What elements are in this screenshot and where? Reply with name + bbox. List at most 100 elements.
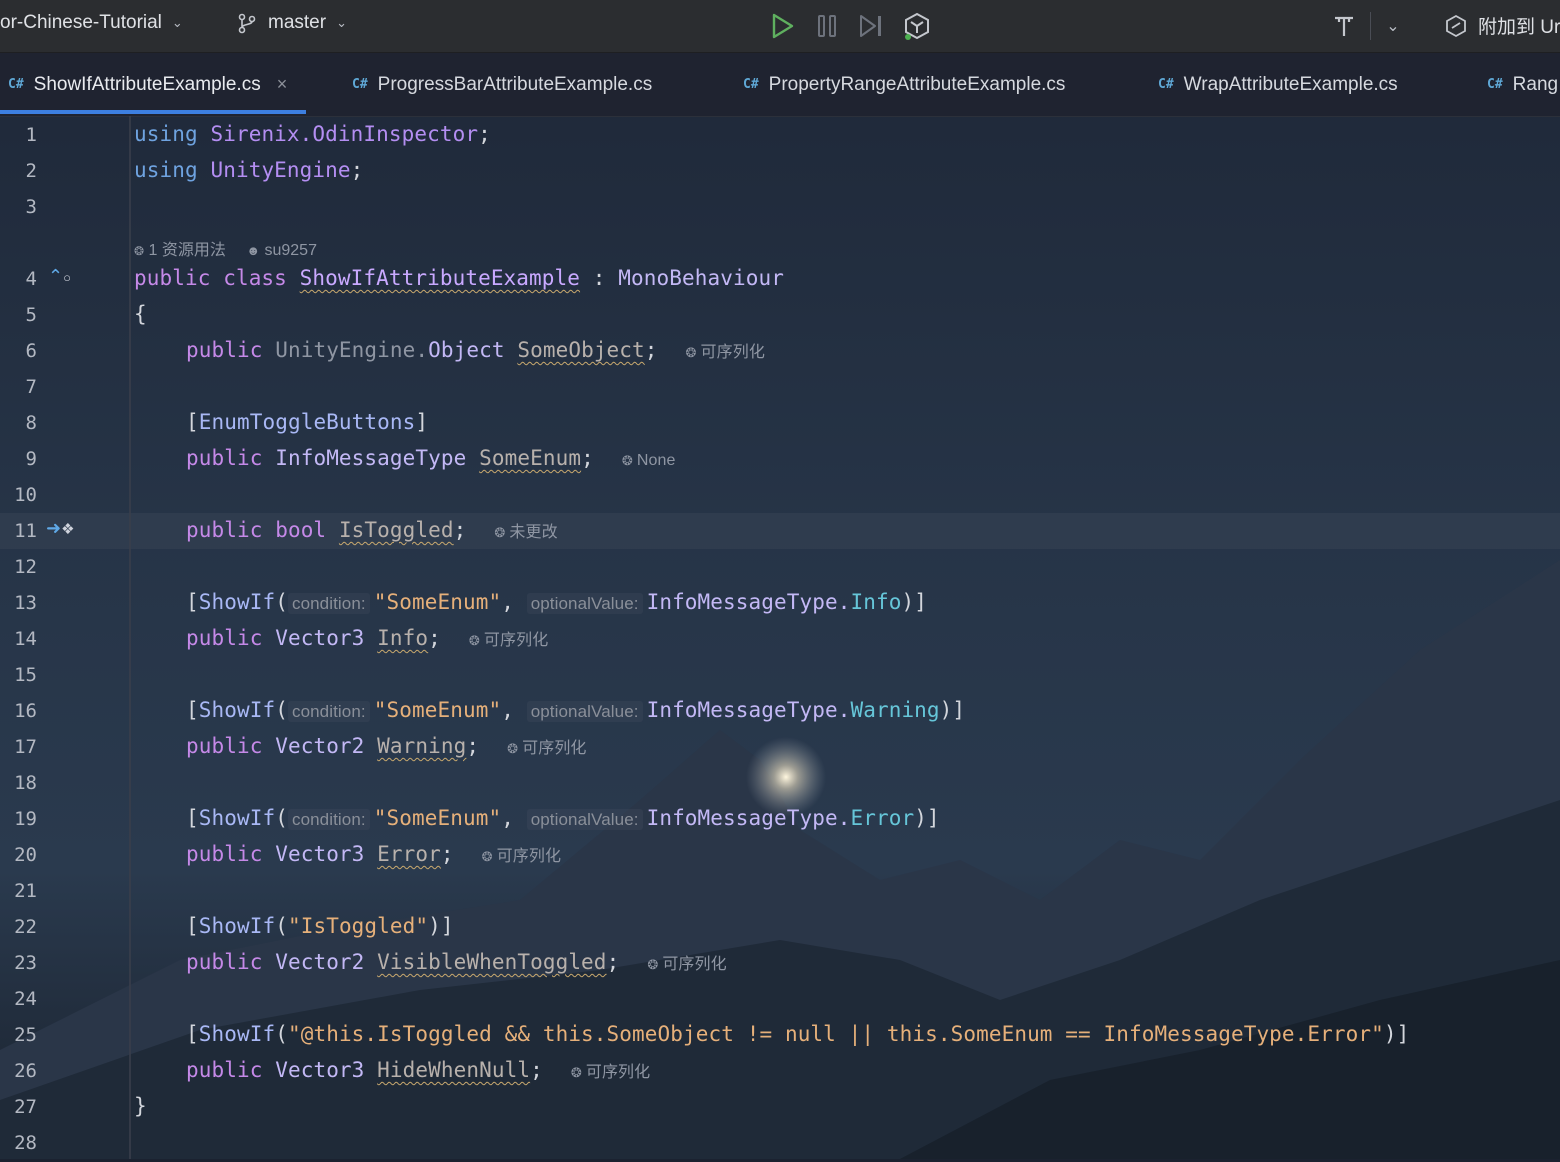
keyword: public bool xyxy=(186,518,327,542)
code-text: using Sirenix.OdinInspector; xyxy=(134,122,491,146)
format-button[interactable] xyxy=(1327,9,1361,43)
code-line: 7 xyxy=(0,370,1560,406)
csharp-file-icon: C# xyxy=(743,77,759,92)
tab-propertyrange[interactable]: C# PropertyRangeAttributeExample.cs xyxy=(743,53,1065,116)
inlay-hint: ❂ 可序列化 xyxy=(468,632,549,649)
code-text: public Vector3 HideWhenNull; ❂ 可序列化 xyxy=(186,1058,651,1082)
tab-label: WrapAttributeExample.cs xyxy=(1183,73,1398,95)
step-button[interactable] xyxy=(854,9,888,43)
pause-button[interactable] xyxy=(810,9,844,43)
code-line: 2 using UnityEngine; xyxy=(0,154,1560,190)
run-button[interactable] xyxy=(765,9,799,43)
code-text: [ShowIf(condition: "SomeEnum", optionalVa… xyxy=(186,590,927,614)
code-line: 16 [ShowIf(condition: "SomeEnum", optiona… xyxy=(0,694,1560,730)
punct: ; xyxy=(644,338,658,362)
code-text: [ShowIf("@this.IsToggled && this.SomeObj… xyxy=(186,1022,1410,1046)
inlay-hint: ❂ None xyxy=(621,452,676,469)
code-line: 18 xyxy=(0,766,1560,802)
keyword: public xyxy=(186,338,263,362)
project-selector[interactable]: or-Chinese-Tutorial ⌄ xyxy=(0,12,183,34)
unity-button[interactable] xyxy=(900,9,934,43)
code-text: [ShowIf("IsToggled")] xyxy=(186,914,454,938)
line-number: 6 xyxy=(25,340,37,362)
keyword: using xyxy=(134,122,198,146)
code-text: [EnumToggleButtons] xyxy=(186,410,429,434)
close-icon[interactable]: × xyxy=(277,74,288,95)
namespace: UnityEngine xyxy=(210,158,351,182)
line-number: 7 xyxy=(25,376,37,398)
code-line: 3 xyxy=(0,190,1560,226)
breakpoint-arrow-icon[interactable]: ➜❖ xyxy=(46,518,75,539)
line-number: 15 xyxy=(14,664,37,686)
branch-selector[interactable]: master ⌄ xyxy=(236,12,347,34)
line-number: 28 xyxy=(14,1132,37,1154)
line-number: 13 xyxy=(14,592,37,614)
field-name: Warning xyxy=(377,734,467,758)
keyword: using xyxy=(134,158,198,182)
code-line: 21 xyxy=(0,874,1560,910)
field-name: HideWhenNull xyxy=(377,1058,531,1082)
string: "SomeEnum" xyxy=(373,590,502,614)
inlay-hint: ❂ 可序列化 xyxy=(481,848,562,865)
field-name: Info xyxy=(377,626,429,650)
line-number: 8 xyxy=(25,412,37,434)
toolbar-divider xyxy=(1370,12,1371,40)
parameter-hint: condition: xyxy=(287,593,370,614)
line-number: 10 xyxy=(14,484,37,506)
code-text: [ShowIf(condition: "SomeEnum", optionalVa… xyxy=(186,698,966,722)
inlay-hint: ❂ 可序列化 xyxy=(685,344,765,361)
line-number: 21 xyxy=(14,880,37,902)
more-dropdown-button[interactable]: ⌄ xyxy=(1376,9,1410,43)
line-number: 22 xyxy=(14,916,37,938)
step-forward-icon xyxy=(860,15,881,37)
code-editor[interactable]: 1 using Sirenix.OdinInspector; 2 using U… xyxy=(0,116,1560,1159)
code-line: 4 ⌃○ public class ShowIfAttributeExample… xyxy=(0,262,1560,298)
tab-wrap[interactable]: C# WrapAttributeExample.cs xyxy=(1158,53,1398,116)
inlay-hint: ❂ 可序列化 xyxy=(507,740,587,757)
code-text: public Vector2 VisibleWhenToggled; ❂ 可序列化 xyxy=(186,950,727,974)
field-name: IsToggled xyxy=(338,518,454,542)
code-line: 14 public Vector3 Info; ❂ 可序列化 xyxy=(0,622,1560,658)
inlay-hint: ❂ 未更改 xyxy=(494,524,558,541)
enum-value: Info xyxy=(850,590,902,614)
code-text: public InfoMessageType SomeEnum; ❂ None xyxy=(186,446,676,470)
author-link[interactable]: su9257 xyxy=(264,242,317,259)
keyword: public class xyxy=(134,266,287,290)
line-number: 24 xyxy=(14,988,37,1010)
attach-to-unity-button[interactable]: 附加到 Ur xyxy=(1444,12,1560,39)
type: InfoMessageType. xyxy=(646,590,851,614)
tab-range[interactable]: C# Rang xyxy=(1487,53,1558,116)
line-number: 25 xyxy=(14,1024,37,1046)
attribute: ShowIf xyxy=(198,590,276,614)
tab-progressbar[interactable]: C# ProgressBarAttributeExample.cs xyxy=(352,53,652,116)
type: Object xyxy=(428,338,505,362)
code-line: 5 { xyxy=(0,298,1560,334)
project-name: or-Chinese-Tutorial xyxy=(0,12,162,33)
code-text: public Vector3 Info; ❂ 可序列化 xyxy=(186,626,549,650)
keyword: public xyxy=(186,446,263,470)
line-number: 14 xyxy=(14,628,37,650)
field-name: Error xyxy=(377,842,441,866)
inlay-hint: ❂ 可序列化 xyxy=(570,1064,651,1081)
git-branch-icon xyxy=(238,13,256,34)
punct: ; xyxy=(350,158,364,182)
usages-link[interactable]: 1 资源用法 xyxy=(149,242,226,259)
line-number: 18 xyxy=(14,772,37,794)
gutter-divider xyxy=(129,116,131,1159)
line-number: 17 xyxy=(14,736,37,758)
tab-label: Rang xyxy=(1512,73,1559,95)
codelens: ❂ 1 资源用法 ☻ su9257 xyxy=(134,236,317,260)
code-line: 28 xyxy=(0,1126,1560,1162)
tab-label: PropertyRangeAttributeExample.cs xyxy=(768,73,1066,95)
code-line: 22 [ShowIf("IsToggled")] xyxy=(0,910,1560,946)
active-tab-indicator xyxy=(0,110,306,114)
tab-showif[interactable]: C# ShowIfAttributeExample.cs × xyxy=(8,53,287,116)
unity-usage-icon: ❂ xyxy=(134,244,145,258)
code-line: 27 } xyxy=(0,1090,1560,1126)
attach-label: 附加到 Ur xyxy=(1478,17,1560,38)
user-icon: ☻ xyxy=(246,243,261,258)
implemented-icon[interactable]: ⌃○ xyxy=(48,266,71,287)
line-number: 27 xyxy=(14,1096,37,1118)
chevron-down-icon: ⌄ xyxy=(336,15,347,30)
type: InfoMessageType xyxy=(275,446,467,470)
